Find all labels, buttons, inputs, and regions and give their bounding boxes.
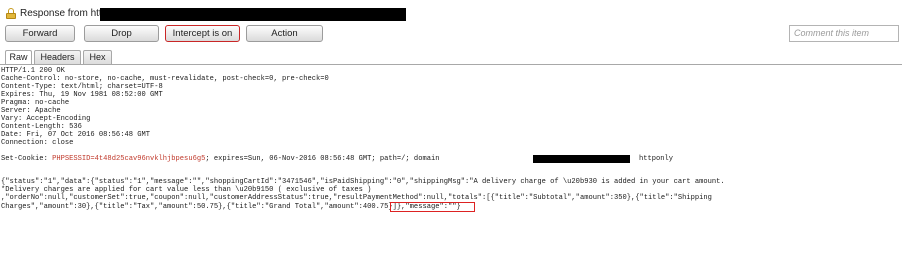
grand-total-amount: "amount":400.75}] <box>324 203 397 211</box>
body-segment: Charges","amount":30},{"title":"Tax","am… <box>1 203 325 211</box>
session-cookie-value: PHPSESSID=4t48d25cav96nvklhjbpesu6g5 <box>52 155 206 163</box>
lock-icon <box>6 8 16 19</box>
set-cookie-line: Set-Cookie: PHPSESSID=4t48d25cav96nvklhj… <box>1 155 439 163</box>
header-line: Connection: close <box>1 139 74 147</box>
comment-field[interactable]: Comment this item <box>789 25 899 42</box>
grand-total-highlight <box>390 202 475 212</box>
body-line: ,"orderNo":null,"customerSet":true,"coup… <box>1 194 712 202</box>
set-cookie-httponly: httponly <box>639 155 674 163</box>
header-line: Vary: Accept-Encoding <box>1 115 91 123</box>
status-line: HTTP/1.1 200 OK <box>1 67 65 75</box>
header-line: Content-Type: text/html; charset=UTF-8 <box>1 83 163 91</box>
set-cookie-attrs: ; expires=Sun, 06-Nov-2016 08:56:48 GMT;… <box>205 155 440 163</box>
message-title-bar: Response from https <box>0 5 902 23</box>
tab-hex[interactable]: Hex <box>83 50 112 64</box>
response-editor[interactable]: HTTP/1.1 200 OK Cache-Control: no-store,… <box>1 67 901 255</box>
header-line: Date: Fri, 07 Oct 2016 08:56:48 GMT <box>1 131 150 139</box>
forward-button[interactable]: Forward <box>5 25 75 42</box>
intercept-toggle-button[interactable]: Intercept is on <box>165 25 240 42</box>
tab-headers[interactable]: Headers <box>34 50 81 64</box>
drop-button[interactable]: Drop <box>84 25 159 42</box>
action-button[interactable]: Action <box>246 25 323 42</box>
message-title: Response from https <box>20 8 113 19</box>
body-line: *Delivery charges are applied for cart v… <box>1 186 372 194</box>
tab-divider <box>0 64 902 65</box>
header-line: Server: Apache <box>1 107 61 115</box>
tab-raw[interactable]: Raw <box>5 50 32 64</box>
header-line: Cache-Control: no-store, no-cache, must-… <box>1 75 329 83</box>
set-cookie-label: Set-Cookie: <box>1 155 53 163</box>
header-line: Content-Length: 536 <box>1 123 82 131</box>
redacted-domain <box>533 155 630 163</box>
redacted-url <box>100 8 406 21</box>
header-line: Pragma: no-cache <box>1 99 70 107</box>
header-line: Expires: Thu, 19 Nov 1981 08:52:00 GMT <box>1 91 163 99</box>
proxy-toolbar: Forward Drop Intercept is on Action Comm… <box>0 24 902 46</box>
body-line: {"status":"1","data":{"status":"1","mess… <box>1 178 725 186</box>
